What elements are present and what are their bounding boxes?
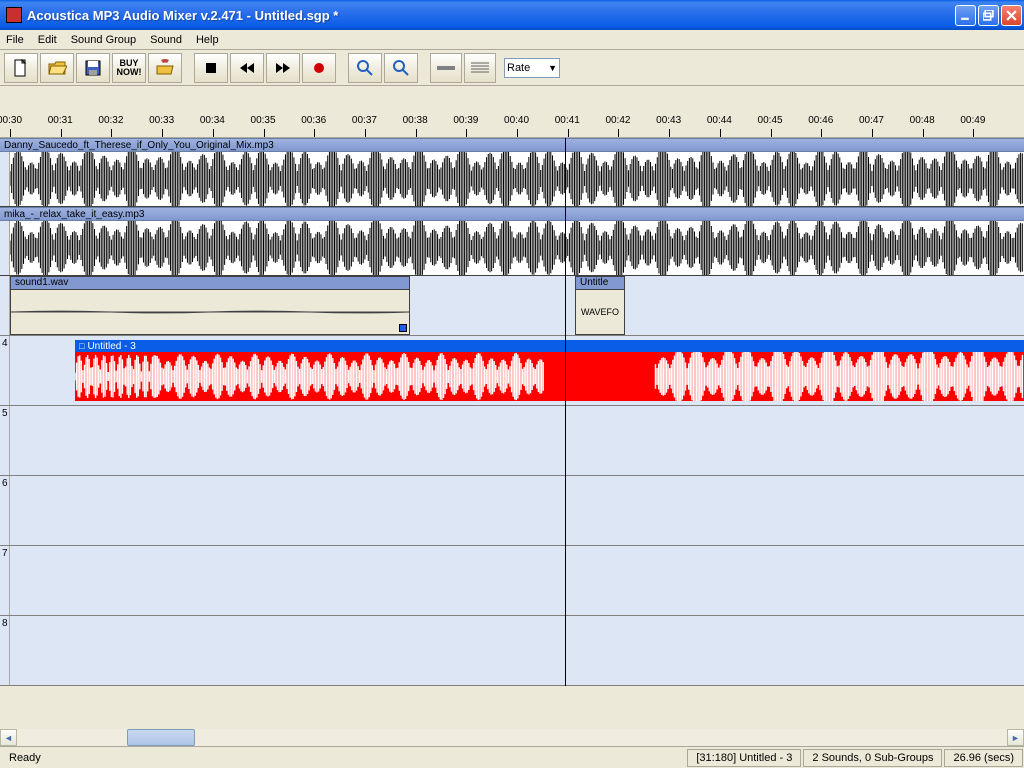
- ruler-tick: 00:44: [720, 129, 771, 137]
- menu-file[interactable]: File: [6, 34, 24, 46]
- forward-button[interactable]: [266, 53, 300, 83]
- stop-button[interactable]: [194, 53, 228, 83]
- rewind-button[interactable]: [230, 53, 264, 83]
- ruler-tick: 00:41: [568, 129, 619, 137]
- ruler-tick: 00:37: [365, 129, 416, 137]
- menu-edit[interactable]: Edit: [38, 34, 57, 46]
- ruler-tick: 00:47: [872, 129, 923, 137]
- menu-bar: File Edit Sound Group Sound Help: [0, 30, 1024, 50]
- clip-sound1[interactable]: sound1.wav: [10, 276, 410, 335]
- status-ready: Ready: [1, 749, 49, 767]
- ruler-tick: 00:49: [973, 129, 1024, 137]
- status-duration: 26.96 (secs): [944, 749, 1023, 767]
- view-mode-multi[interactable]: [464, 53, 496, 83]
- track5-row[interactable]: 5: [0, 406, 1024, 476]
- menu-sound-group[interactable]: Sound Group: [71, 34, 136, 46]
- zoom-out-button[interactable]: [384, 53, 418, 83]
- restore-button[interactable]: [978, 5, 999, 26]
- ruler-tick: 00:31: [61, 129, 112, 137]
- window-title: Acoustica MP3 Audio Mixer v.2.471 - Unti…: [27, 8, 955, 23]
- track2-header[interactable]: mika_-_relax_take_it_easy.mp3: [0, 207, 1024, 221]
- close-button[interactable]: [1001, 5, 1022, 26]
- buy-now-button[interactable]: BUY NOW!: [112, 53, 146, 83]
- zoom-in-button[interactable]: [348, 53, 382, 83]
- ruler-tick: 00:30: [10, 129, 61, 137]
- open-button[interactable]: [40, 53, 74, 83]
- track7-row[interactable]: 7: [0, 546, 1024, 616]
- track4-number: 4: [2, 338, 8, 349]
- clip-untitled-small[interactable]: Untitle WAVEFO: [575, 276, 625, 335]
- timeline-ruler[interactable]: 00:3000:3100:3200:3300:3400:3500:3600:37…: [0, 86, 1024, 138]
- menu-sound[interactable]: Sound: [150, 34, 182, 46]
- ruler-tick: 00:48: [923, 129, 974, 137]
- track3-row[interactable]: sound1.wav Untitle WAVEFO: [0, 276, 1024, 336]
- ruler-tick: 00:42: [618, 129, 669, 137]
- tracks-area: Danny_Saucedo_ft_Therese_if_Only_You_Ori…: [0, 138, 1024, 686]
- track8-number: 8: [2, 618, 8, 629]
- status-position: [31:180] Untitled - 3: [687, 749, 801, 767]
- clip-wavefo-body: WAVEFO: [575, 290, 625, 335]
- ruler-tick: 00:32: [111, 129, 162, 137]
- track1-header[interactable]: Danny_Saucedo_ft_Therese_if_Only_You_Ori…: [0, 138, 1024, 152]
- chevron-down-icon: ▼: [548, 63, 557, 73]
- view-mode-single[interactable]: [430, 53, 462, 83]
- ruler-tick: 00:46: [821, 129, 872, 137]
- import-button[interactable]: [148, 53, 182, 83]
- scroll-thumb[interactable]: [127, 729, 195, 746]
- ruler-tick: 00:33: [162, 129, 213, 137]
- rate-label: Rate: [507, 62, 530, 74]
- track2-waveform[interactable]: [0, 221, 1024, 276]
- record-button[interactable]: [302, 53, 336, 83]
- title-bar: Acoustica MP3 Audio Mixer v.2.471 - Unti…: [0, 0, 1024, 30]
- track6-row[interactable]: 6: [0, 476, 1024, 546]
- ruler-tick: 00:43: [669, 129, 720, 137]
- track1-waveform[interactable]: [0, 152, 1024, 207]
- new-button[interactable]: [4, 53, 38, 83]
- ruler-tick: 00:38: [416, 129, 467, 137]
- ruler-tick: 00:39: [466, 129, 517, 137]
- clip-untitled-3-title: Untitled - 3: [75, 340, 1024, 352]
- track7-number: 7: [2, 548, 8, 559]
- track8-row[interactable]: 8: [0, 616, 1024, 686]
- ruler-tick: 00:45: [771, 129, 822, 137]
- ruler-tick: 00:40: [517, 129, 568, 137]
- track5-number: 5: [2, 408, 8, 419]
- playhead[interactable]: [565, 138, 566, 686]
- app-icon: [6, 7, 22, 23]
- minimize-button[interactable]: [955, 5, 976, 26]
- toolbar: BUY NOW! Rate ▼: [0, 50, 1024, 86]
- ruler-tick: 00:34: [213, 129, 264, 137]
- track6-number: 6: [2, 478, 8, 489]
- clip-untitle-title: Untitle: [575, 276, 625, 290]
- scroll-right-button[interactable]: ►: [1007, 729, 1024, 746]
- track4-row[interactable]: 4 Untitled - 3: [0, 336, 1024, 406]
- clip-resize-handle[interactable]: [399, 324, 407, 332]
- status-bar: Ready [31:180] Untitled - 3 2 Sounds, 0 …: [0, 746, 1024, 768]
- save-button[interactable]: [76, 53, 110, 83]
- ruler-tick: 00:36: [314, 129, 365, 137]
- clip-untitled-3[interactable]: Untitled - 3: [75, 340, 1024, 401]
- menu-help[interactable]: Help: [196, 34, 219, 46]
- scroll-track[interactable]: [17, 729, 1007, 746]
- horizontal-scrollbar[interactable]: ◄ ►: [0, 729, 1024, 746]
- status-counts: 2 Sounds, 0 Sub-Groups: [803, 749, 942, 767]
- scroll-left-button[interactable]: ◄: [0, 729, 17, 746]
- clip-sound1-title: sound1.wav: [10, 276, 410, 290]
- rate-dropdown[interactable]: Rate ▼: [504, 58, 560, 78]
- ruler-tick: 00:35: [264, 129, 315, 137]
